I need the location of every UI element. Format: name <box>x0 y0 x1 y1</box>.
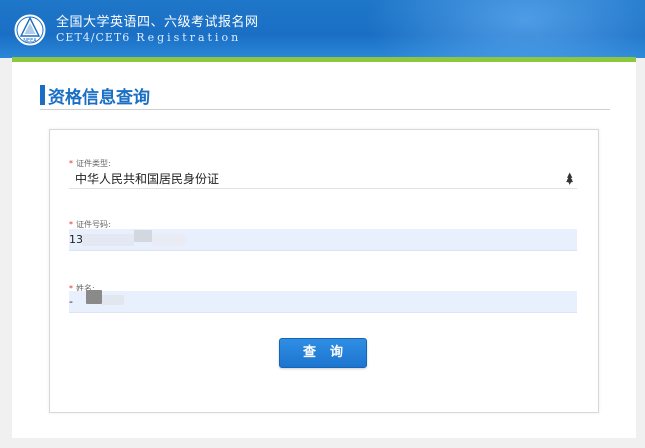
redacted-text <box>102 295 124 305</box>
site-title: 全国大学英语四、六级考试报名网 <box>56 15 259 30</box>
redacted-text <box>86 290 102 304</box>
site-subtitle-main: CET4/CET6 <box>56 31 131 44</box>
id-type-select[interactable]: 中华人民共和国居民身份证 ▲ <box>69 169 577 189</box>
site-subtitle-registration: Registration <box>136 31 242 44</box>
id-type-value: 中华人民共和国居民身份证 <box>75 172 220 186</box>
id-number-label-text: 证件号码: <box>76 220 111 229</box>
id-type-label: * 证件类型: <box>69 158 111 169</box>
page-title: 资格信息查询 <box>40 84 150 108</box>
site-header: NEEA 全国大学英语四、六级考试报名网 CET4/CET6 Registrati… <box>0 0 645 58</box>
updown-chevron-icon: ▲ ▼ <box>567 171 573 186</box>
site-subtitle: CET4/CET6 Registration <box>56 31 241 44</box>
redacted-text <box>134 230 152 242</box>
id-type-label-text: 证件类型: <box>76 159 111 168</box>
title-divider <box>40 109 610 110</box>
header-glow <box>365 0 645 58</box>
name-value: - <box>69 295 73 308</box>
query-button[interactable]: 查询 <box>279 338 367 368</box>
neea-logo-icon: NEEA <box>13 13 47 47</box>
title-accent-bar <box>40 85 45 105</box>
redacted-text <box>152 234 186 246</box>
name-input[interactable]: - <box>69 291 577 313</box>
required-mark: * <box>69 220 73 229</box>
redacted-text <box>82 234 134 246</box>
page-title-text: 资格信息查询 <box>48 87 150 108</box>
green-accent-bar <box>12 57 636 62</box>
required-mark: * <box>69 159 73 168</box>
id-number-value: 13 <box>69 233 83 246</box>
svg-text:NEEA: NEEA <box>23 38 37 44</box>
